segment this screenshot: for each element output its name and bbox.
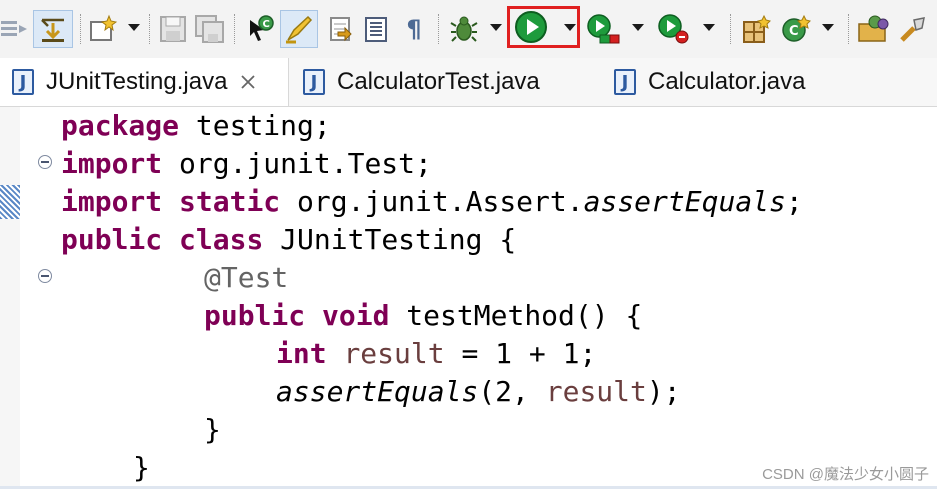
- change-marker: [0, 185, 20, 219]
- overflow-menu-icon[interactable]: [0, 10, 30, 48]
- chevron-down-icon[interactable]: [564, 24, 576, 31]
- new-class-icon[interactable]: C: [778, 10, 814, 48]
- editor-tabbar: J JUnitTesting.java J CalculatorTest.jav…: [0, 58, 937, 107]
- toolbar-separator: [149, 14, 150, 44]
- toolbar-separator: [438, 14, 439, 44]
- apply-patch-icon[interactable]: [322, 10, 358, 48]
- coverage-icon[interactable]: [585, 10, 621, 48]
- profile-icon[interactable]: [656, 10, 692, 48]
- run-button[interactable]: [507, 6, 580, 48]
- chevron-down-icon[interactable]: [128, 24, 140, 31]
- code-line: @Test: [204, 261, 289, 294]
- close-icon[interactable]: [239, 73, 257, 91]
- tab-label: Calculator.java: [648, 68, 806, 95]
- link-editor-icon[interactable]: [33, 10, 73, 48]
- fold-collapse-icon[interactable]: [38, 155, 52, 169]
- chevron-down-icon[interactable]: [632, 24, 644, 31]
- tab-calculator[interactable]: J Calculator.java: [614, 58, 805, 106]
- tab-label: CalculatorTest.java: [337, 68, 540, 95]
- code-line: import org.junit.Test;: [61, 147, 432, 180]
- fold-collapse-icon[interactable]: [38, 269, 52, 283]
- debug-icon[interactable]: [446, 10, 482, 48]
- tab-label: JUnitTesting.java: [46, 68, 228, 95]
- code-line: }: [204, 413, 221, 446]
- tab-junittesting[interactable]: J JUnitTesting.java: [0, 58, 289, 106]
- open-type-icon[interactable]: C: [241, 10, 277, 48]
- code-line: }: [133, 451, 150, 484]
- svg-text:C: C: [263, 19, 270, 30]
- save-all-icon[interactable]: [192, 10, 228, 48]
- code-line: int result = 1 + 1;: [276, 337, 597, 370]
- open-folder-icon[interactable]: [856, 10, 892, 48]
- outline-icon[interactable]: [358, 10, 394, 48]
- java-file-icon: J: [12, 69, 34, 95]
- tab-calculatortest[interactable]: J CalculatorTest.java: [303, 58, 540, 106]
- toolbar-separator: [848, 14, 849, 44]
- editor-gutter: [0, 107, 20, 489]
- whitespace-glyph: ¶: [406, 15, 422, 43]
- new-package-icon[interactable]: [738, 10, 774, 48]
- code-line: public void testMethod() {: [204, 299, 643, 332]
- code-line: assertEquals(2, result);: [276, 375, 681, 408]
- search-tool-icon[interactable]: [896, 10, 932, 48]
- toolbar-separator: [730, 14, 731, 44]
- chevron-down-icon[interactable]: [822, 24, 834, 31]
- code-line: public class JUnitTesting {: [61, 223, 517, 256]
- chevron-down-icon[interactable]: [490, 24, 502, 31]
- java-file-icon: J: [303, 69, 325, 95]
- code-line: package testing;: [61, 109, 331, 142]
- new-file-icon[interactable]: [84, 10, 120, 48]
- main-toolbar: C ¶ C: [0, 0, 937, 59]
- chevron-down-icon[interactable]: [703, 24, 715, 31]
- java-file-icon: J: [614, 69, 636, 95]
- watermark: CSDN @魔法少女小圆子: [762, 466, 929, 483]
- svg-text:C: C: [789, 24, 799, 39]
- code-line: import static org.junit.Assert.assertEqu…: [61, 185, 803, 218]
- show-whitespace-icon[interactable]: ¶: [396, 10, 432, 48]
- toolbar-separator: [80, 14, 81, 44]
- toolbar-separator: [234, 14, 235, 44]
- highlight-icon[interactable]: [280, 10, 318, 48]
- save-icon[interactable]: [155, 10, 191, 48]
